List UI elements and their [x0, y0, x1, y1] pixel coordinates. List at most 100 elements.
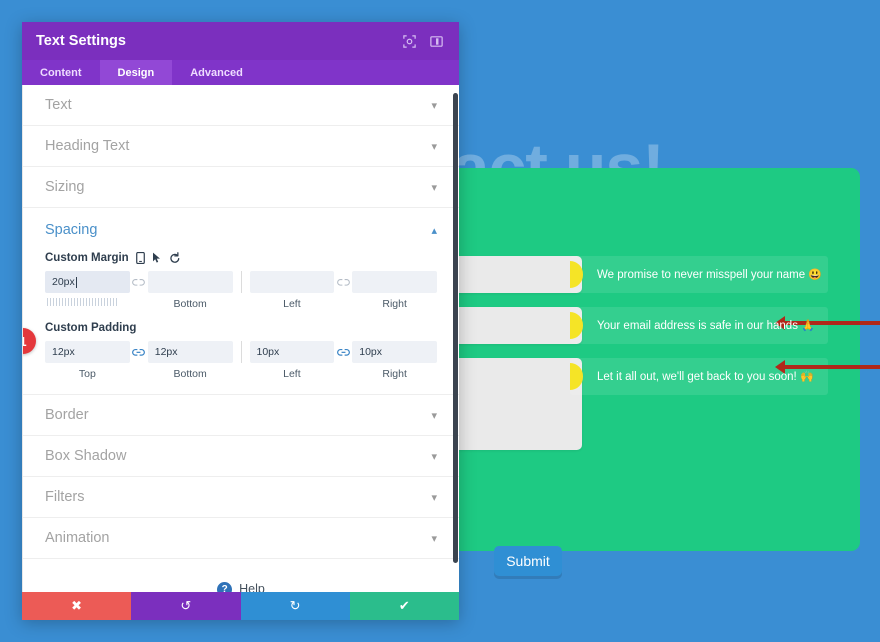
padding-top-value: 12px — [52, 346, 75, 358]
padding-top-field-wrap: 12px Top — [45, 341, 130, 380]
margin-top-value: 20px — [52, 276, 75, 288]
section-label: Animation — [45, 530, 110, 546]
section-heading-text[interactable]: Heading Text ▾ — [23, 126, 459, 167]
message-text: Let it all out, we'll get back to you so… — [597, 370, 814, 383]
section-animation[interactable]: Animation ▾ — [23, 518, 459, 559]
margin-top-ruler[interactable] — [45, 298, 130, 307]
custom-margin-label-row: Custom Margin — [45, 252, 437, 264]
margin-link-right-icon[interactable] — [334, 271, 352, 293]
chevron-down-icon: ▾ — [431, 181, 437, 194]
section-border[interactable]: Border ▾ — [23, 395, 459, 436]
margin-bottom-field-wrap: Bottom — [147, 271, 233, 310]
section-spacing[interactable]: Spacing ▴ — [23, 208, 459, 252]
expand-icon[interactable] — [401, 33, 418, 50]
padding-right-value: 10px — [359, 346, 383, 358]
scrollbar-thumb[interactable] — [453, 93, 458, 563]
chevron-down-icon: ▾ — [431, 99, 437, 112]
raised-hands-emoji-icon: 🙌 — [799, 371, 814, 383]
margin-left-input[interactable] — [249, 271, 335, 293]
padding-right-field-wrap: 10px Right — [352, 341, 437, 380]
chevron-down-icon: ▾ — [431, 450, 437, 463]
chevron-down-icon: ▾ — [431, 140, 437, 153]
padding-link-right-icon[interactable] — [334, 341, 352, 363]
margin-right-label: Right — [382, 298, 407, 310]
margin-bottom-input[interactable] — [147, 271, 233, 293]
padding-bottom-field-wrap: 12px Bottom — [147, 341, 233, 380]
padding-top-input[interactable]: 12px — [45, 341, 130, 363]
section-box-shadow[interactable]: Box Shadow ▾ — [23, 436, 459, 477]
padding-left-label: Left — [283, 368, 301, 380]
message-label: We promise to never misspell your name — [597, 269, 806, 281]
cancel-button[interactable]: ✖ — [22, 592, 132, 620]
email-field[interactable] — [452, 307, 582, 344]
chevron-down-icon: ▾ — [431, 491, 437, 504]
tab-content[interactable]: Content — [22, 60, 100, 85]
modal-tabs: Content Design Advanced — [22, 60, 459, 85]
padding-bottom-value: 12px — [154, 346, 178, 358]
message-text: Your email address is safe in our hands … — [597, 319, 815, 332]
custom-padding-fields: 12px Top 12px Bottom 10px Left 10px Righ… — [45, 341, 437, 380]
margin-bottom-label: Bottom — [173, 298, 207, 310]
text-settings-modal: Text Settings Content Design Advanced Te… — [22, 22, 459, 620]
contact-card: Submit We promise to never misspell your… — [452, 168, 860, 576]
padding-link-left-icon[interactable] — [130, 341, 148, 363]
divider — [240, 341, 242, 363]
panel-layout-icon[interactable] — [428, 33, 445, 50]
message-field[interactable] — [452, 358, 582, 450]
message-list: We promise to never misspell your name 😃… — [570, 256, 828, 409]
save-button[interactable]: ✔ — [349, 592, 459, 620]
padding-bottom-label: Bottom — [173, 368, 207, 380]
pray-emoji-icon: 🙏 — [801, 320, 815, 332]
padding-left-input[interactable]: 10px — [249, 341, 335, 363]
padding-right-label: Right — [382, 368, 407, 380]
padding-left-field-wrap: 10px Left — [249, 341, 335, 380]
custom-margin-fields: 20px Bottom Left Right — [45, 271, 437, 310]
undo-button[interactable]: ↺ — [131, 592, 241, 620]
redo-button[interactable]: ↻ — [240, 592, 350, 620]
margin-link-left-icon[interactable] — [130, 271, 148, 293]
section-text[interactable]: Text ▾ — [23, 85, 459, 126]
help-label: Help — [239, 582, 265, 592]
padding-top-label: Top — [78, 368, 96, 380]
list-item: Let it all out, we'll get back to you so… — [570, 358, 828, 395]
margin-right-input[interactable] — [352, 271, 437, 293]
reset-icon[interactable] — [169, 252, 181, 264]
padding-bottom-input[interactable]: 12px — [147, 341, 233, 363]
message-text: We promise to never misspell your name 😃 — [597, 268, 822, 281]
tab-advanced[interactable]: Advanced — [172, 60, 261, 85]
modal-title: Text Settings — [36, 33, 126, 49]
annotation-arrow — [775, 360, 880, 374]
modal-scrollbar[interactable] — [452, 85, 459, 592]
chevron-down-icon: ▾ — [431, 409, 437, 422]
section-label: Filters — [45, 489, 85, 505]
custom-padding-label-row: Custom Padding — [45, 322, 437, 334]
smile-emoji-icon: 😃 — [808, 269, 823, 281]
modal-header: Text Settings — [22, 22, 459, 60]
message-label: Let it all out, we'll get back to you so… — [597, 371, 797, 383]
margin-top-input[interactable]: 20px — [45, 271, 130, 293]
section-filters[interactable]: Filters ▾ — [23, 477, 459, 518]
tab-design[interactable]: Design — [99, 60, 173, 85]
list-item: We promise to never misspell your name 😃 — [570, 256, 828, 293]
cursor-icon[interactable] — [152, 252, 162, 264]
list-item: Your email address is safe in our hands … — [570, 307, 828, 344]
padding-left-value: 10px — [256, 346, 280, 358]
spacing-panel: Custom Margin 20px Bottom Left Right Cus… — [23, 252, 459, 395]
section-label: Text — [45, 97, 72, 113]
section-label: Spacing — [45, 222, 98, 238]
section-label: Box Shadow — [45, 448, 127, 464]
custom-margin-label: Custom Margin — [45, 252, 129, 264]
chevron-up-icon: ▴ — [431, 224, 437, 237]
submit-button[interactable]: Submit — [494, 546, 562, 576]
chevron-down-icon: ▾ — [431, 532, 437, 545]
help-link[interactable]: ? Help — [23, 559, 459, 592]
padding-right-input[interactable]: 10px — [352, 341, 437, 363]
name-field[interactable] — [452, 256, 582, 293]
mobile-icon[interactable] — [135, 252, 145, 264]
section-sizing[interactable]: Sizing ▾ — [23, 167, 459, 208]
section-label: Heading Text — [45, 138, 130, 154]
section-label: Sizing — [45, 179, 85, 195]
modal-footer: ✖ ↺ ↻ ✔ — [22, 592, 459, 620]
divider — [240, 271, 242, 293]
margin-left-label: Left — [283, 298, 301, 310]
